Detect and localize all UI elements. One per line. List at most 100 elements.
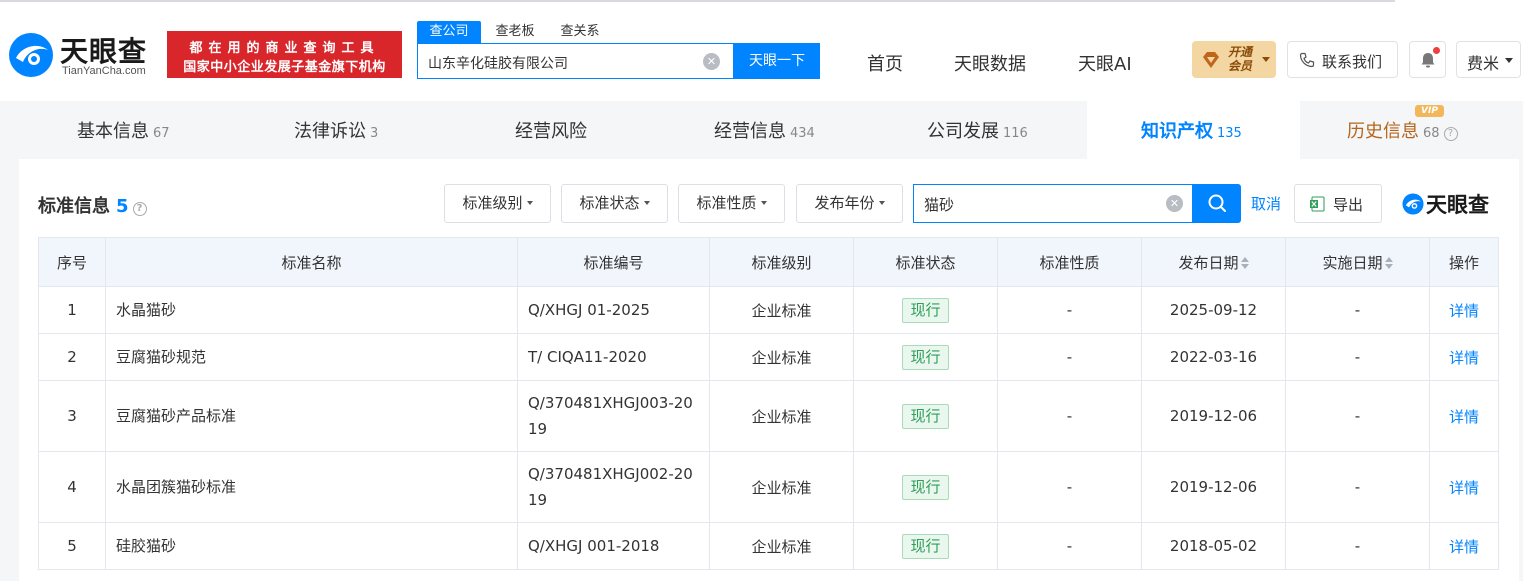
- caret-down-icon: [526, 201, 533, 205]
- help-icon[interactable]: ?: [1443, 127, 1458, 141]
- filter-standard-nature[interactable]: 标准性质: [678, 184, 785, 223]
- search-tab-relation[interactable]: 查关系: [550, 21, 610, 43]
- table-row: 3 豆腐猫砂产品标准 Q/370481XHGJ003-2019 企业标准 现行 …: [38, 380, 1499, 452]
- export-button[interactable]: 导出: [1294, 184, 1382, 223]
- top-divider: [0, 0, 1395, 2]
- column-header: 操作: [1429, 237, 1499, 287]
- column-header: 标准编号: [517, 237, 710, 287]
- tab-label: 公司发展: [927, 121, 999, 142]
- standard-nature: -: [997, 451, 1142, 523]
- caret-down-icon: [760, 201, 767, 205]
- row-index: 2: [38, 333, 106, 381]
- tab-history[interactable]: 历史信息 68?: [1300, 101, 1519, 159]
- detail-link[interactable]: 详情: [1449, 302, 1479, 320]
- standard-name: 硅胶猫砂: [105, 522, 518, 570]
- clear-search-icon[interactable]: ✕: [703, 53, 720, 70]
- tab-label: 经营风险: [515, 121, 587, 142]
- detail-link[interactable]: 详情: [1449, 408, 1479, 426]
- standard-level: 企业标准: [709, 451, 854, 523]
- tab-operation[interactable]: 经营信息 434: [689, 101, 889, 159]
- detail-link[interactable]: 详情: [1449, 349, 1479, 367]
- notification-dot: [1433, 47, 1440, 54]
- status-badge: 现行: [902, 403, 949, 429]
- standard-search-button[interactable]: [1193, 184, 1241, 223]
- contact-us-button[interactable]: 联系我们: [1287, 41, 1398, 78]
- filter-label: 发布年份: [814, 194, 875, 212]
- standard-level: 企业标准: [709, 522, 854, 570]
- contact-us-label: 联系我们: [1322, 53, 1383, 71]
- section-title: 标准信息 5?: [38, 192, 147, 218]
- tab-ip[interactable]: 知识产权 135: [1087, 101, 1300, 159]
- tab-label: 历史信息: [1347, 121, 1419, 142]
- search-tab-boss[interactable]: 查老板: [485, 21, 545, 43]
- nav-tianyan-ai[interactable]: 天眼AI: [1078, 50, 1132, 76]
- tab-count: 67: [153, 126, 170, 141]
- clear-search-icon[interactable]: ✕: [1166, 195, 1183, 212]
- standard-name: 豆腐猫砂产品标准: [105, 380, 518, 452]
- implement-date: -: [1285, 380, 1430, 452]
- standard-search-input[interactable]: 猫砂 ✕: [913, 184, 1193, 223]
- standards-table: 序号 标准名称 标准编号 标准级别 标准状态 标准性质 发布日期 实施日期 操作…: [38, 237, 1499, 570]
- publish-date: 2025-09-12: [1141, 286, 1286, 334]
- nav-tianyan-data[interactable]: 天眼数据: [954, 50, 1026, 76]
- standard-code: Q/370481XHGJ003-2019: [517, 380, 710, 452]
- column-header: 实施日期: [1322, 253, 1383, 272]
- implement-date: -: [1285, 451, 1430, 523]
- table-row: 1 水晶猫砂 Q/XHGJ 01-2025 企业标准 现行 - 2025-09-…: [38, 286, 1499, 334]
- standard-name: 豆腐猫砂规范: [105, 333, 518, 381]
- status-badge: 现行: [902, 344, 949, 370]
- tab-risk[interactable]: 经营风险: [419, 101, 689, 159]
- tab-legal[interactable]: 法律诉讼 3: [219, 101, 419, 159]
- search-icon: [1208, 194, 1226, 212]
- filter-standard-status[interactable]: 标准状态: [561, 184, 668, 223]
- caret-down-icon: [878, 201, 885, 205]
- logo-domain: TianYanCha.com: [62, 65, 146, 77]
- filter-standard-level[interactable]: 标准级别: [444, 184, 551, 223]
- standard-nature: -: [997, 286, 1142, 334]
- help-icon[interactable]: ?: [132, 202, 147, 216]
- tab-count: 434: [790, 126, 815, 141]
- column-header: 标准状态: [853, 237, 998, 287]
- cancel-search-link[interactable]: 取消: [1251, 193, 1281, 214]
- tab-label: 经营信息: [714, 121, 786, 142]
- notification-button[interactable]: [1409, 41, 1446, 78]
- tab-development[interactable]: 公司发展 116: [889, 101, 1087, 159]
- column-header-implement-date[interactable]: 实施日期: [1285, 237, 1430, 287]
- column-header-publish-date[interactable]: 发布日期: [1141, 237, 1286, 287]
- tab-basic-info[interactable]: 基本信息 67: [19, 101, 219, 159]
- column-header: 标准级别: [709, 237, 854, 287]
- status-badge: 现行: [902, 533, 949, 559]
- table-row: 2 豆腐猫砂规范 T/ CIQA11-2020 企业标准 现行 - 2022-0…: [38, 333, 1499, 381]
- standard-name: 水晶猫砂: [105, 286, 518, 334]
- row-index: 3: [38, 380, 106, 452]
- implement-date: -: [1285, 333, 1430, 381]
- brand-text: 天眼查: [1426, 193, 1489, 217]
- status-badge: 现行: [902, 297, 949, 323]
- detail-link[interactable]: 详情: [1449, 538, 1479, 556]
- detail-link[interactable]: 详情: [1449, 479, 1479, 497]
- logo-eye-icon: [9, 33, 53, 77]
- row-index: 4: [38, 451, 106, 523]
- column-header: 发布日期: [1178, 253, 1239, 272]
- standard-name: 水晶团簇猫砂标准: [105, 451, 518, 523]
- filter-publish-year[interactable]: 发布年份: [796, 184, 903, 223]
- nav-home[interactable]: 首页: [867, 50, 903, 76]
- column-header: 序号: [38, 237, 106, 287]
- section-title-text: 标准信息: [38, 196, 110, 217]
- search-tab-company[interactable]: 查公司: [417, 21, 481, 43]
- open-vip-button[interactable]: 开通会员: [1192, 41, 1276, 78]
- user-menu-button[interactable]: 费米: [1456, 41, 1521, 78]
- tab-count: 116: [1003, 126, 1028, 141]
- promo-banner[interactable]: 都在用的商业查询工具 国家中小企业发展子基金旗下机构: [167, 31, 402, 78]
- tab-label: 知识产权: [1141, 121, 1213, 142]
- implement-date: -: [1285, 522, 1430, 570]
- chevron-down-icon: [1262, 57, 1270, 62]
- tianyancha-brand: 天眼查: [1402, 189, 1500, 219]
- search-button[interactable]: 天眼一下: [734, 43, 820, 79]
- standard-search-value: 猫砂: [924, 196, 955, 214]
- logo-eye-icon: [1402, 193, 1424, 215]
- diamond-icon: [1203, 52, 1219, 68]
- tianyancha-logo[interactable]: 天眼查 TianYanCha.com: [8, 30, 160, 82]
- company-search-input[interactable]: 山东辛化硅胶有限公司 ✕: [417, 43, 734, 79]
- column-header: 标准性质: [997, 237, 1142, 287]
